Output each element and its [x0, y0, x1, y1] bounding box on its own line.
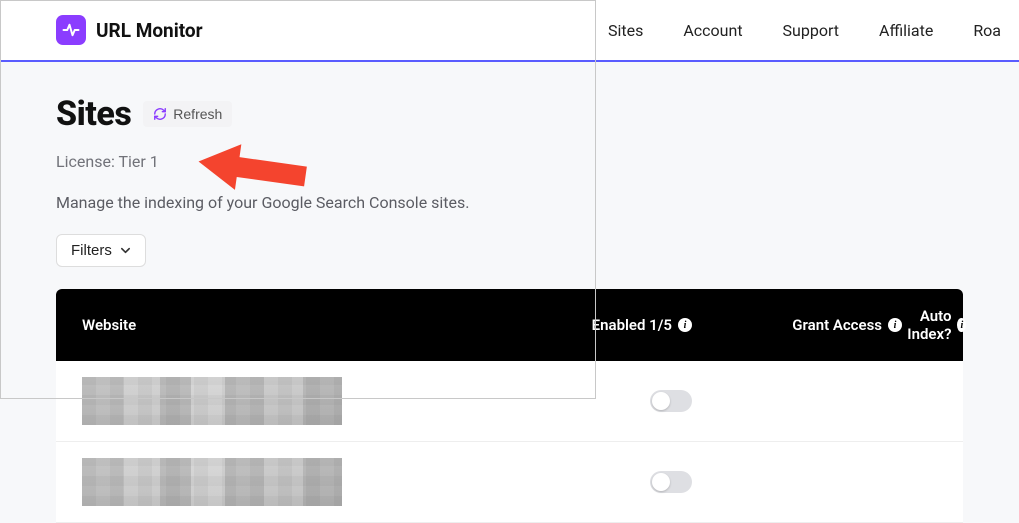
redacted-website-name — [82, 377, 342, 425]
top-bar: URL Monitor Sites Account Support Affili… — [0, 0, 1019, 62]
column-auto-index: Auto Index? i — [902, 307, 966, 343]
column-website: Website — [82, 316, 512, 334]
cell-website — [82, 458, 512, 506]
cell-enabled — [512, 390, 692, 412]
page-content: Sites Refresh License: Tier 1 Manage the… — [0, 62, 1019, 523]
cell-enabled — [512, 471, 692, 493]
brand: URL Monitor — [56, 15, 203, 45]
column-grant-access: Grant Access i — [692, 316, 902, 334]
page-description: Manage the indexing of your Google Searc… — [56, 193, 963, 212]
refresh-label: Refresh — [173, 106, 222, 122]
column-enabled-label: Enabled 1/5 — [592, 316, 672, 334]
table-row — [56, 361, 963, 442]
brand-logo-icon — [56, 15, 86, 45]
refresh-button[interactable]: Refresh — [143, 101, 232, 127]
info-icon[interactable]: i — [888, 318, 902, 332]
title-row: Sites Refresh — [56, 94, 963, 134]
enabled-toggle[interactable] — [650, 390, 692, 412]
main-nav: Sites Account Support Affiliate Roa — [608, 21, 1001, 40]
info-icon[interactable]: i — [957, 318, 966, 332]
nav-sites[interactable]: Sites — [608, 21, 643, 40]
info-icon[interactable]: i — [678, 318, 692, 332]
chevron-down-icon — [120, 245, 131, 256]
table-row — [56, 442, 963, 523]
enabled-toggle[interactable] — [650, 471, 692, 493]
nav-support[interactable]: Support — [783, 21, 839, 40]
redacted-website-name — [82, 458, 342, 506]
table-header: Website Enabled 1/5 i Grant Access i Aut… — [56, 289, 963, 361]
table-body — [56, 361, 963, 523]
column-auto-label: Auto Index? — [902, 307, 951, 343]
license-text: License: Tier 1 — [56, 152, 963, 171]
column-enabled: Enabled 1/5 i — [512, 316, 692, 334]
page-title: Sites — [56, 94, 131, 134]
nav-account[interactable]: Account — [683, 21, 742, 40]
filters-label: Filters — [71, 242, 112, 259]
refresh-icon — [153, 107, 167, 121]
nav-affiliate[interactable]: Affiliate — [879, 21, 933, 40]
nav-roadmap[interactable]: Roa — [973, 21, 1001, 40]
cell-website — [82, 377, 512, 425]
filters-button[interactable]: Filters — [56, 234, 146, 267]
brand-name: URL Monitor — [96, 19, 203, 42]
column-grant-label: Grant Access — [792, 316, 882, 334]
